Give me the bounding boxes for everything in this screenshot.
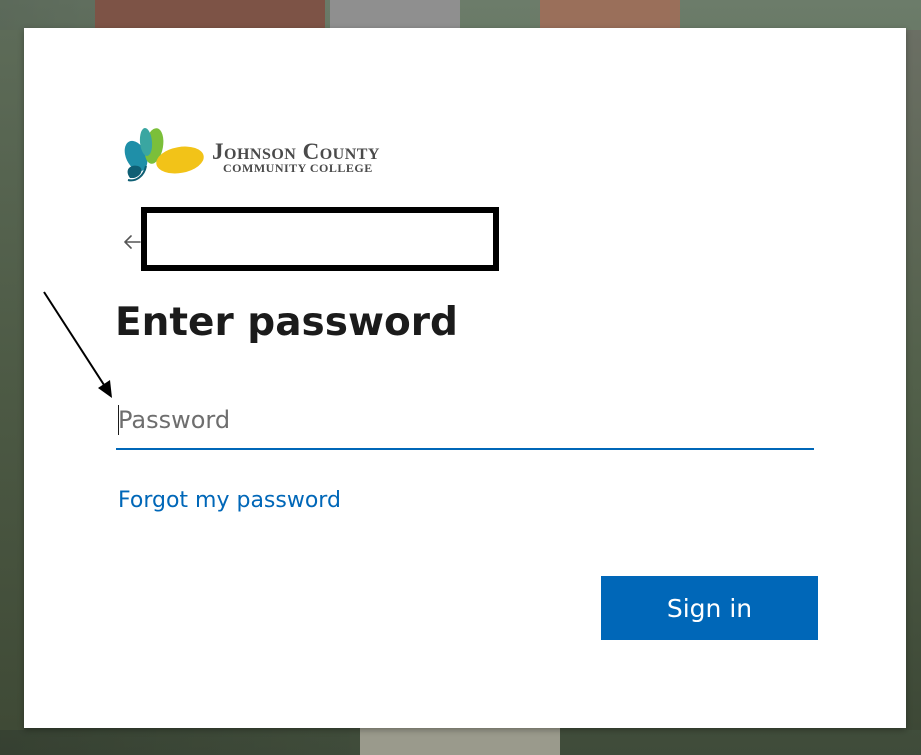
text-caret bbox=[118, 405, 119, 435]
background-walkway bbox=[360, 728, 560, 755]
leaf-logo-icon bbox=[124, 128, 204, 182]
background-building bbox=[95, 0, 325, 28]
sign-in-button[interactable]: Sign in bbox=[601, 576, 818, 640]
redacted-username bbox=[141, 207, 499, 271]
background-building bbox=[540, 0, 680, 28]
background-foliage bbox=[906, 30, 921, 730]
background-building bbox=[330, 0, 460, 28]
account-identity-row bbox=[120, 204, 520, 278]
college-logo: Johnson County COMMUNITY COLLEGE bbox=[116, 120, 446, 190]
page-title: Enter password bbox=[115, 300, 458, 345]
logo-line2: COMMUNITY COLLEGE bbox=[223, 161, 373, 175]
password-field-container bbox=[116, 392, 814, 452]
background-foliage bbox=[0, 30, 24, 730]
forgot-password-link[interactable]: Forgot my password bbox=[118, 488, 341, 513]
logo-line1: Johnson County bbox=[212, 139, 380, 164]
password-input[interactable] bbox=[116, 392, 814, 450]
sign-in-card: Johnson County COMMUNITY COLLEGE Enter p… bbox=[24, 28, 906, 728]
logo-wordmark: Johnson County COMMUNITY COLLEGE bbox=[212, 140, 380, 174]
